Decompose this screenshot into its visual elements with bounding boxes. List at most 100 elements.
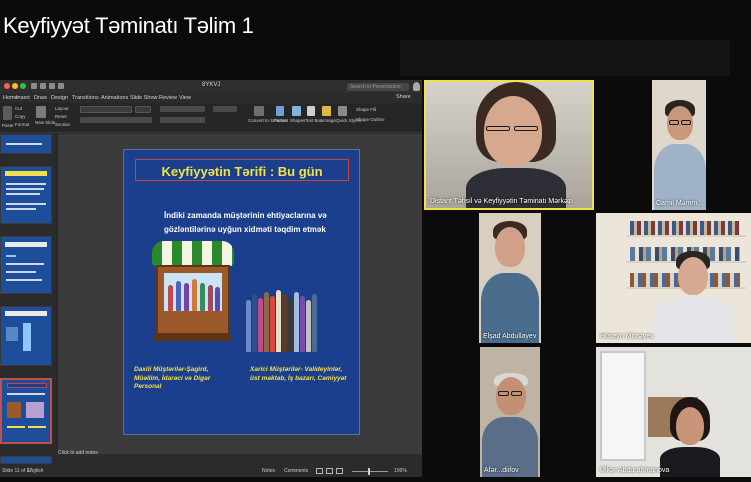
tab-animations[interactable]: Animations [101,95,128,101]
slide-thumbnail[interactable] [0,456,52,464]
font-size-select[interactable] [135,106,151,113]
tab-view[interactable]: View [179,95,191,101]
copy-label[interactable]: Copy [15,114,26,119]
tab-insert[interactable]: Insert [16,95,30,101]
slide-sorter-icon[interactable] [326,468,333,474]
participant-tile[interactable]: Afər...diifov [480,347,540,477]
tab-draw[interactable]: Draw [34,95,47,101]
normal-view-icon[interactable] [316,468,323,474]
cut-label[interactable]: Cut [15,106,22,111]
shapes-icon[interactable] [292,106,301,116]
glasses-icon [681,120,691,125]
shape-outline-button[interactable]: Shape Outline [356,117,385,122]
maximize-window-icon[interactable] [20,83,26,89]
person-figure [168,285,173,311]
paste-label: Paste [2,123,14,128]
shapes-label: Shapes [290,118,306,123]
thumbnail-text-line [28,426,46,428]
participant-name: Camil Məmm... [656,200,704,207]
zoom-level[interactable]: 106% [394,468,407,474]
layout-label[interactable]: Layout [55,106,69,111]
notes-button[interactable]: Notes [262,468,275,474]
zoom-slider-thumb[interactable] [368,468,370,475]
shop-awning [152,241,234,266]
undo-icon[interactable] [49,83,55,89]
share-button[interactable]: Share [396,94,411,100]
thumbnail-graphic [23,323,31,351]
new-slide-icon[interactable] [36,106,46,118]
picture-icon[interactable] [276,106,284,116]
participant-name: Afər...diifov [484,467,519,474]
participant-tile-speaking[interactable]: Distant Təhsil və Keyfiyyətin Təminatı M… [424,80,594,210]
quick-styles-icon[interactable] [338,106,347,116]
thumbnail-title-bar [5,311,47,316]
participant-tile[interactable]: Camil Məmm... [652,80,706,210]
person-figure [200,283,205,311]
arrange-icon[interactable] [322,106,331,116]
tab-design[interactable]: Design [51,95,68,101]
slide-title: Keyfiyyətin Tərifi : Bu gün [161,164,323,179]
slide-body-line-1: İndiki zamanda müştərinin ehtiyaclarına … [164,211,327,220]
slide-canvas[interactable]: Keyfiyyətin Tərifi : Bu gün İndiki zaman… [58,134,422,454]
user-icon[interactable] [413,82,420,91]
alignment-toolbar[interactable] [160,117,205,123]
shop-base [154,335,232,341]
picture-label: Picture [274,118,289,123]
notes-pane[interactable]: Click to add notes [58,450,98,456]
reset-label[interactable]: Reset [55,114,67,119]
tab-review[interactable]: Review [159,95,177,101]
tab-transitions[interactable]: Transitions [72,95,99,101]
thumbnail-text-line [7,393,45,395]
language-status[interactable]: English [27,468,43,474]
textbox-icon[interactable] [307,106,315,116]
thumbnail-text-line [6,183,46,185]
shared-screen-powerpoint[interactable]: 8YKVJ Search in Presentation Home Insert… [0,80,422,477]
thumbnail-graphic [6,327,18,341]
thumbnail-text-line [6,143,42,145]
shape-fill-button[interactable]: Shape Fill [356,107,376,112]
save-icon[interactable] [40,83,46,89]
smartart-icon[interactable] [254,106,264,116]
person-figure [276,290,281,352]
participant-name: Distant Təhsil və Keyfiyyətin Təminatı M… [430,198,573,205]
status-bar: Slide 11 of 17 English Notes Comments 10… [0,466,422,477]
font-format-toolbar[interactable] [80,117,152,123]
person-figure [306,300,311,352]
participant-tile[interactable]: Ülkər Abdurahmanova [596,347,751,477]
text-direction-tools[interactable] [213,106,237,112]
thumbnail-text-line [6,208,36,210]
slide-thumbnail[interactable] [0,134,52,154]
tab-slide-show[interactable]: Slide Show [130,95,158,101]
zoom-slider-icon[interactable] [352,471,388,472]
thumbnail-text-line [7,426,25,428]
slide-thumbnail[interactable] [0,236,52,294]
ribbon-tabs: Home Insert Draw Design Transitions Anim… [0,93,422,103]
home-icon[interactable] [31,83,37,89]
close-window-icon[interactable] [4,83,10,89]
font-family-select[interactable] [80,106,132,113]
reading-view-icon[interactable] [336,468,343,474]
format-label[interactable]: Format [15,122,29,127]
paste-icon[interactable] [3,106,12,120]
slide-thumbnail[interactable] [0,306,52,366]
participant-face [496,377,526,415]
thumbnail-text-line [6,193,40,195]
search-input[interactable]: Search in Presentation [347,83,409,91]
comments-button[interactable]: Comments [284,468,308,474]
participant-tile[interactable]: Elşad Abdullayev [479,213,541,343]
slide-thumbnail-pane[interactable] [0,134,58,464]
slide-thumbnail-active[interactable] [0,378,52,444]
section-label[interactable]: Section [55,122,70,127]
participant-tile[interactable]: Hüseyn Mirzəyev [596,213,751,343]
paragraph-toolbar[interactable] [160,106,205,112]
current-slide[interactable]: Keyfiyyətin Tərifi : Bu gün İndiki zaman… [123,149,360,435]
thumbnail-title-box [7,383,47,388]
person-figure [264,292,269,352]
redo-icon[interactable] [58,83,64,89]
slide-thumbnail[interactable] [0,166,52,224]
minimize-window-icon[interactable] [12,83,18,89]
shop-building [156,265,230,335]
external-customers-label: Xarici Müştərilər- Valideyinlər, üst mək… [250,366,347,382]
thumbnail-people-graphic [26,402,44,418]
slide-title-box[interactable]: Keyfiyyətin Tərifi : Bu gün [135,159,349,181]
